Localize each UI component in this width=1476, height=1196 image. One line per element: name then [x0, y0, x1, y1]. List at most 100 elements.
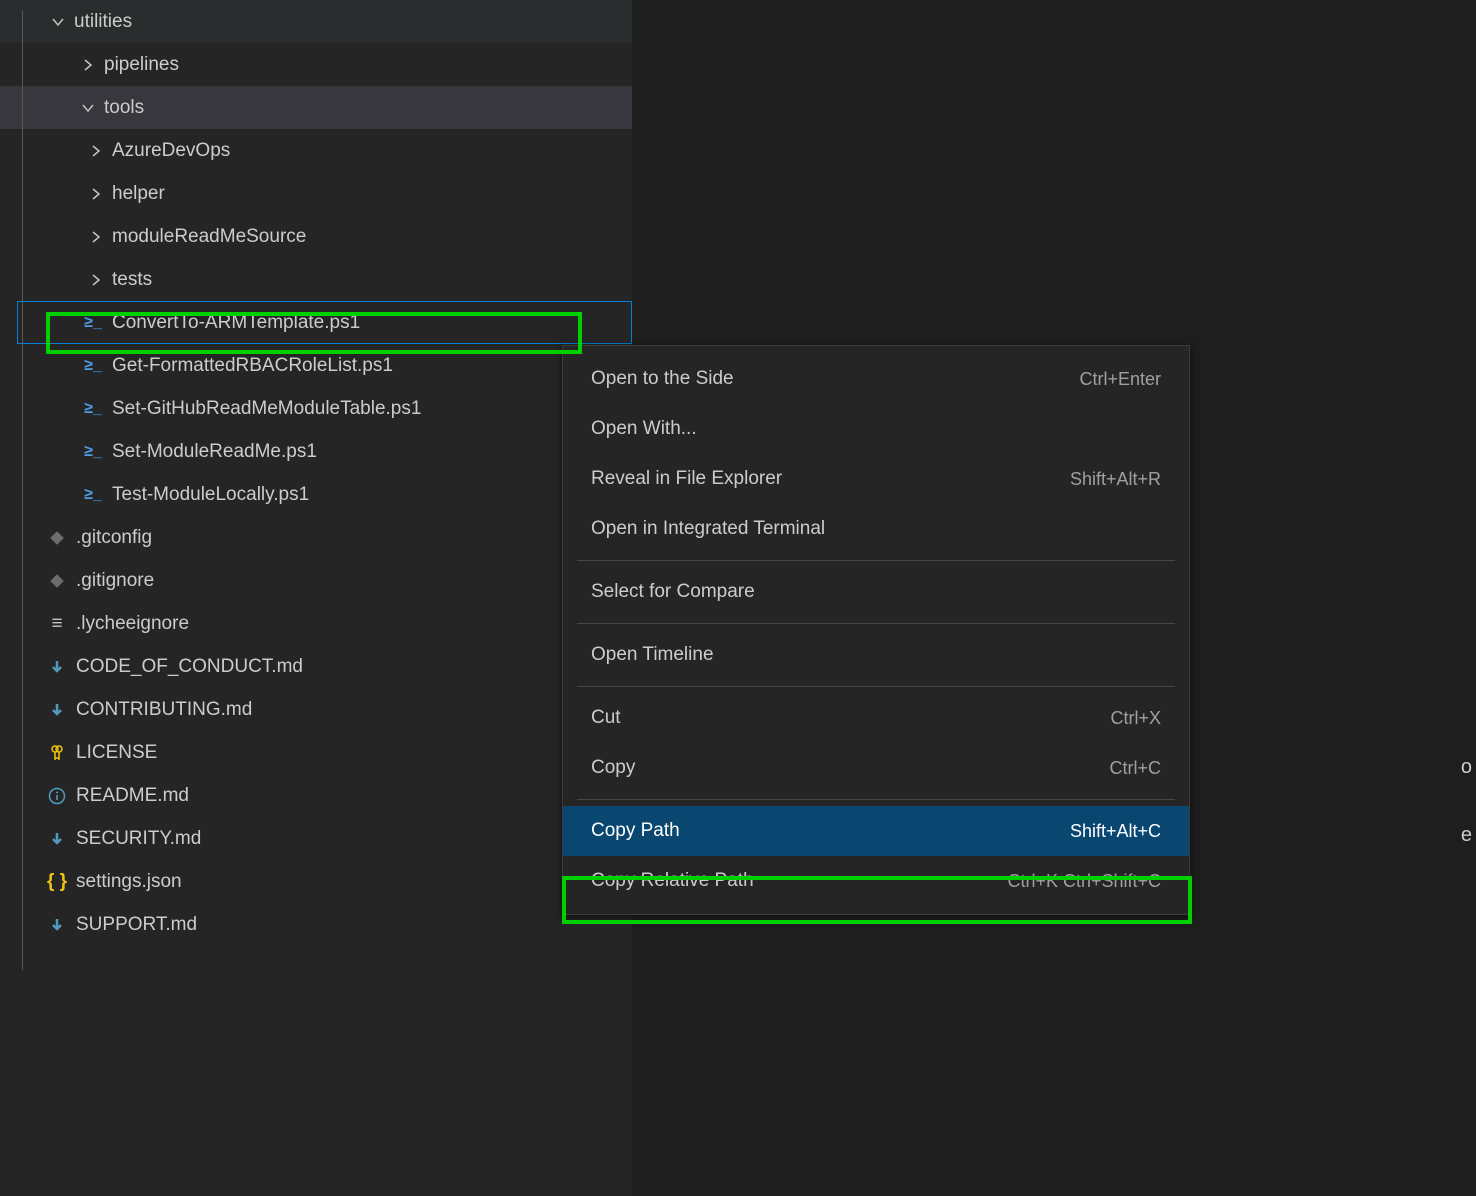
file-label: .gitconfig: [76, 527, 152, 549]
folder-modulereadmesource[interactable]: moduleReadMeSource: [0, 215, 632, 258]
text-icon: ≡: [46, 613, 68, 635]
markdown-icon: [46, 702, 68, 718]
folder-azuredevops[interactable]: AzureDevOps: [0, 129, 632, 172]
markdown-icon: [46, 831, 68, 847]
file-gitignore[interactable]: .gitignore: [0, 559, 632, 602]
chevron-right-icon: [84, 186, 108, 202]
menu-label: Open in Integrated Terminal: [591, 518, 825, 540]
menu-label: Select for Compare: [591, 581, 755, 603]
menu-label: Cut: [591, 707, 621, 729]
menu-open-to-side[interactable]: Open to the Side Ctrl+Enter: [563, 354, 1189, 404]
menu-copy-path[interactable]: Copy Path Shift+Alt+C: [563, 806, 1189, 856]
file-label: Get-FormattedRBACRoleList.ps1: [112, 355, 393, 377]
menu-shortcut: Ctrl+X: [1110, 708, 1161, 729]
file-readme[interactable]: README.md: [0, 774, 632, 817]
powershell-icon: ≥_: [82, 443, 104, 461]
menu-shortcut: Ctrl+Enter: [1079, 369, 1161, 390]
file-convertto-armtemplate[interactable]: ≥_ ConvertTo-ARMTemplate.ps1: [0, 301, 632, 344]
menu-select-compare[interactable]: Select for Compare: [563, 567, 1189, 617]
file-label: Set-ModuleReadMe.ps1: [112, 441, 317, 463]
folder-label: AzureDevOps: [112, 140, 230, 162]
menu-shortcut: Ctrl+C: [1109, 758, 1161, 779]
file-label: settings.json: [76, 871, 182, 893]
file-support[interactable]: SUPPORT.md: [0, 903, 632, 946]
git-icon: [46, 529, 68, 547]
file-security[interactable]: SECURITY.md: [0, 817, 632, 860]
file-label: Set-GitHubReadMeModuleTable.ps1: [112, 398, 421, 420]
file-testmodule[interactable]: ≥_ Test-ModuleLocally.ps1: [0, 473, 632, 516]
markdown-icon: [46, 917, 68, 933]
clipped-text: o: [1461, 756, 1472, 779]
file-explorer-sidebar: utilities pipelines tools AzureDevOps he…: [0, 0, 632, 1196]
folder-label: utilities: [74, 11, 132, 33]
file-codeofconduct[interactable]: CODE_OF_CONDUCT.md: [0, 645, 632, 688]
context-menu: Open to the Side Ctrl+Enter Open With...…: [562, 345, 1190, 915]
file-label: .lycheeignore: [76, 613, 189, 635]
markdown-icon: [46, 659, 68, 675]
powershell-icon: ≥_: [82, 357, 104, 375]
menu-open-terminal[interactable]: Open in Integrated Terminal: [563, 504, 1189, 554]
file-label: ConvertTo-ARMTemplate.ps1: [112, 312, 360, 334]
menu-label: Open to the Side: [591, 368, 734, 390]
file-settings[interactable]: { } settings.json: [0, 860, 632, 903]
menu-label: Reveal in File Explorer: [591, 468, 782, 490]
menu-separator: [577, 686, 1175, 687]
menu-separator: [577, 623, 1175, 624]
file-getformatted[interactable]: ≥_ Get-FormattedRBACRoleList.ps1: [0, 344, 632, 387]
chevron-down-icon: [46, 14, 70, 30]
folder-label: helper: [112, 183, 165, 205]
chevron-down-icon: [76, 100, 100, 116]
folder-label: moduleReadMeSource: [112, 226, 306, 248]
file-gitconfig[interactable]: .gitconfig: [0, 516, 632, 559]
file-label: LICENSE: [76, 742, 157, 764]
menu-separator: [577, 560, 1175, 561]
folder-pipelines[interactable]: pipelines: [0, 43, 632, 86]
chevron-right-icon: [84, 143, 108, 159]
menu-separator: [577, 799, 1175, 800]
menu-shortcut: Shift+Alt+C: [1070, 821, 1161, 842]
menu-label: Open Timeline: [591, 644, 714, 666]
menu-open-with[interactable]: Open With...: [563, 404, 1189, 454]
file-setgithub[interactable]: ≥_ Set-GitHubReadMeModuleTable.ps1: [0, 387, 632, 430]
powershell-icon: ≥_: [82, 400, 104, 418]
menu-label: Copy Path: [591, 820, 680, 842]
folder-label: tools: [104, 97, 144, 119]
menu-copy-relative-path[interactable]: Copy Relative Path Ctrl+K Ctrl+Shift+C: [563, 856, 1189, 906]
menu-reveal-explorer[interactable]: Reveal in File Explorer Shift+Alt+R: [563, 454, 1189, 504]
file-label: SECURITY.md: [76, 828, 201, 850]
menu-label: Open With...: [591, 418, 697, 440]
file-license[interactable]: LICENSE: [0, 731, 632, 774]
chevron-right-icon: [76, 57, 100, 73]
menu-shortcut: Ctrl+K Ctrl+Shift+C: [1007, 871, 1161, 892]
chevron-right-icon: [84, 229, 108, 245]
folder-tools[interactable]: tools: [0, 86, 632, 129]
menu-open-timeline[interactable]: Open Timeline: [563, 630, 1189, 680]
menu-copy[interactable]: Copy Ctrl+C: [563, 743, 1189, 793]
folder-label: tests: [112, 269, 152, 291]
menu-label: Copy Relative Path: [591, 870, 754, 892]
file-label: CODE_OF_CONDUCT.md: [76, 656, 303, 678]
file-contributing[interactable]: CONTRIBUTING.md: [0, 688, 632, 731]
file-label: CONTRIBUTING.md: [76, 699, 252, 721]
clipped-text: e: [1461, 824, 1472, 847]
folder-helper[interactable]: helper: [0, 172, 632, 215]
folder-tests[interactable]: tests: [0, 258, 632, 301]
folder-utilities[interactable]: utilities: [0, 0, 632, 43]
menu-shortcut: Shift+Alt+R: [1070, 469, 1161, 490]
chevron-right-icon: [84, 272, 108, 288]
git-icon: [46, 572, 68, 590]
key-icon: [46, 744, 68, 762]
file-label: Test-ModuleLocally.ps1: [112, 484, 309, 506]
file-label: SUPPORT.md: [76, 914, 197, 936]
file-label: README.md: [76, 785, 189, 807]
powershell-icon: ≥_: [82, 314, 104, 332]
file-label: .gitignore: [76, 570, 154, 592]
json-icon: { }: [46, 871, 68, 893]
folder-label: pipelines: [104, 54, 179, 76]
info-icon: [46, 787, 68, 805]
powershell-icon: ≥_: [82, 486, 104, 504]
menu-label: Copy: [591, 757, 635, 779]
file-setmodule[interactable]: ≥_ Set-ModuleReadMe.ps1: [0, 430, 632, 473]
file-lycheeignore[interactable]: ≡ .lycheeignore: [0, 602, 632, 645]
menu-cut[interactable]: Cut Ctrl+X: [563, 693, 1189, 743]
